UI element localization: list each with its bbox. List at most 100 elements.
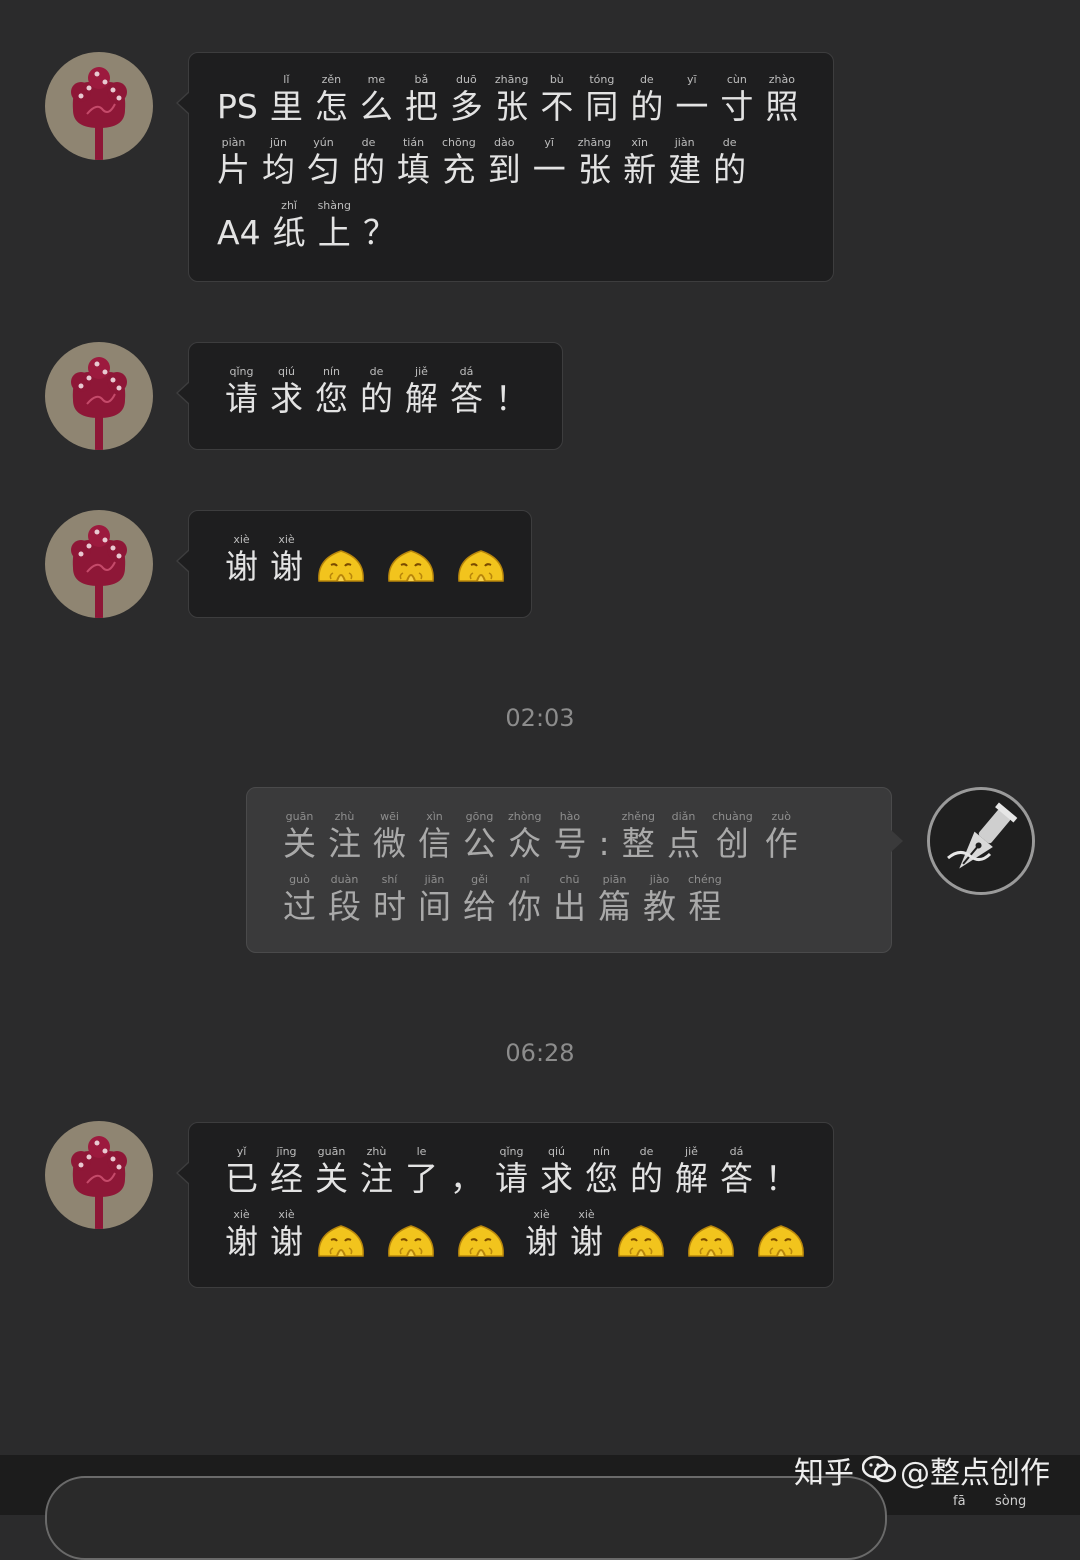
hanzi: 多: [449, 87, 483, 126]
reply-bubble: guān 关 zhù 注 wēi 微 xìn 信 gōng 公 zhòng 众 hào 号: zhěng 整 d…: [246, 787, 903, 953]
hanzi: 答: [720, 1159, 753, 1198]
character: hào 号: [553, 810, 586, 864]
hanzi: 填: [397, 150, 430, 189]
hanzi: 谢: [270, 1222, 303, 1261]
pinyin: jiě: [415, 365, 428, 378]
hanzi: 谢: [225, 547, 258, 586]
pinyin: dá: [459, 365, 474, 378]
character: zhù 注: [360, 1145, 393, 1199]
pinyin: dá: [729, 1145, 744, 1158]
pen-avatar[interactable]: [927, 787, 1035, 895]
pinyin: chuàng: [712, 810, 753, 823]
character: yún 匀: [307, 136, 340, 190]
hanzi: 谢: [570, 1222, 603, 1261]
hanzi: 谢: [270, 547, 303, 586]
praying-emoji-icon: [315, 547, 367, 585]
timestamp: 02:03: [505, 704, 575, 732]
hanzi: 纸: [272, 213, 306, 252]
hanzi: 间: [418, 887, 451, 926]
character: jiàn 建: [668, 136, 701, 190]
character: le 了: [405, 1145, 438, 1199]
pinyin: chū: [559, 873, 580, 886]
pinyin: dào: [493, 136, 515, 149]
hanzi: 您: [315, 379, 348, 418]
character: chéng 程: [688, 873, 722, 927]
pinyin: xiè: [278, 533, 295, 546]
message-bubble: xiè 谢 xiè 谢: [176, 510, 532, 618]
hanzi: 公: [463, 824, 496, 863]
hanzi: 照: [765, 87, 799, 126]
praying-emoji-icon: [315, 1222, 367, 1260]
pinyin: zhǐ: [281, 199, 297, 212]
praying-emoji-icon: [385, 547, 437, 585]
hanzi: 整: [621, 824, 655, 863]
flower-icon: [71, 525, 127, 618]
hanzi: 众: [508, 824, 542, 863]
message-input[interactable]: [45, 1476, 887, 1560]
hanzi: 你: [508, 887, 541, 926]
hanzi: 充: [442, 150, 476, 189]
character: zhěng 整: [622, 810, 655, 864]
pinyin: cùn: [726, 73, 747, 86]
pinyin: yún: [313, 136, 334, 149]
user-avatar[interactable]: [45, 52, 153, 160]
character: :: [598, 810, 609, 864]
pinyin: wēi: [380, 810, 399, 823]
pinyin: de: [722, 136, 737, 149]
character: gěi 给: [463, 873, 496, 927]
text-line: piàn 片 jūn 均 yún 匀 de 的 tián 填 chōng 充 dào 到 yī 一 zhāng 张…: [217, 136, 805, 190]
hanzi: 谢: [225, 1222, 258, 1261]
pinyin: bù: [549, 73, 564, 86]
pinyin: yī: [544, 136, 554, 149]
pinyin: piàn: [221, 136, 246, 149]
pinyin: zhāng: [577, 136, 612, 149]
pinyin: xiè: [533, 1208, 550, 1221]
pen-nib-icon: [930, 790, 1032, 892]
character: jiě 解: [405, 365, 438, 419]
user-avatar[interactable]: [45, 510, 153, 618]
character: de 的: [713, 136, 746, 190]
pinyin: zuò: [771, 810, 791, 823]
hanzi: 点: [667, 824, 701, 863]
character: xìn 信: [418, 810, 451, 864]
user-avatar[interactable]: [45, 342, 153, 450]
hanzi: 出: [553, 887, 586, 926]
pinyin: nín: [593, 1145, 610, 1158]
character: de 的: [360, 365, 393, 419]
hanzi: 解: [675, 1159, 708, 1198]
character: yī 一: [533, 136, 566, 190]
pinyin: piān: [602, 873, 627, 886]
pinyin: le: [416, 1145, 427, 1158]
pinyin: qiú: [547, 1145, 565, 1158]
hanzi: 新: [623, 150, 657, 189]
hanzi: PS: [217, 87, 258, 126]
pinyin: jūn: [270, 136, 287, 149]
character: dào 到: [488, 136, 521, 190]
user-avatar[interactable]: [45, 1121, 153, 1229]
hanzi: 段: [328, 887, 361, 926]
hanzi: 创: [715, 824, 749, 863]
hanzi: 把: [404, 87, 438, 126]
character: nín 您: [315, 365, 348, 419]
pinyin: de: [639, 73, 654, 86]
hanzi: 时: [373, 887, 406, 926]
hanzi: 请: [495, 1159, 528, 1198]
character: yǐ 已: [225, 1145, 258, 1199]
hanzi: 上: [317, 213, 351, 252]
character: qiú 求: [270, 365, 303, 419]
praying-emoji-icon: [455, 1222, 507, 1260]
pinyin: qǐng: [229, 365, 254, 378]
character: ！: [495, 365, 528, 419]
character: zhāng 张: [495, 73, 528, 127]
hanzi: 求: [540, 1159, 573, 1198]
praying-emoji-icon: [385, 1222, 437, 1260]
hanzi: :: [598, 824, 610, 863]
pinyin: nín: [323, 365, 340, 378]
watermark-account: @整点创作: [900, 1456, 1050, 1491]
pinyin: guān: [285, 810, 314, 823]
character: bǎ 把: [405, 73, 438, 127]
character: duō 多: [450, 73, 483, 127]
hanzi: 信: [418, 824, 451, 863]
pinyin: zhāng: [494, 73, 529, 86]
character: zhòng 众: [508, 810, 541, 864]
